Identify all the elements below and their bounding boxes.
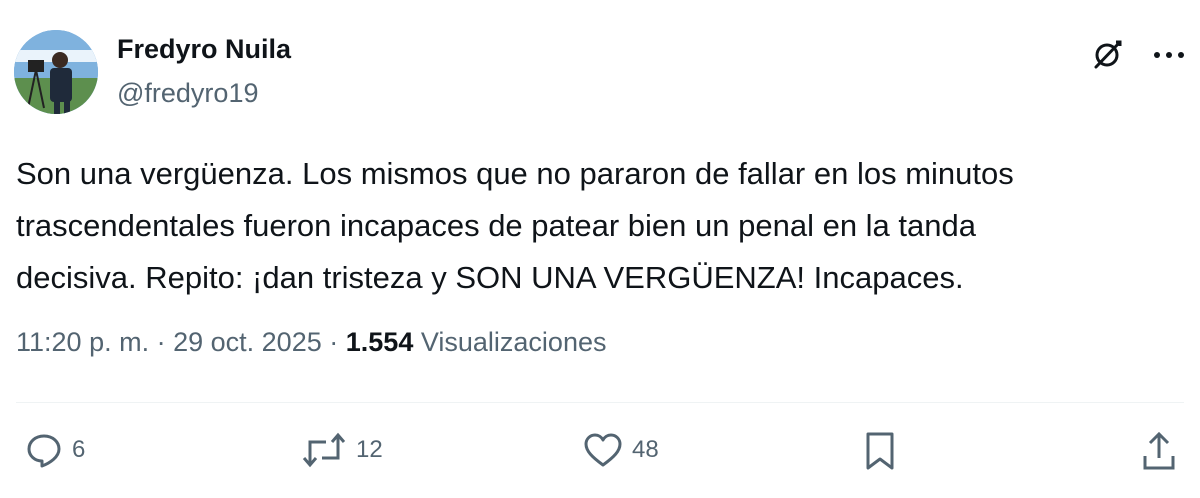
repost-icon	[302, 432, 346, 468]
views-count: 1.554	[345, 327, 414, 357]
author-handle[interactable]: @fredyro19	[117, 78, 258, 109]
avatar-image	[14, 30, 98, 114]
like-icon	[584, 433, 622, 467]
tweet-date[interactable]: 29 oct. 2025	[173, 327, 322, 357]
meta-separator: ·	[156, 327, 166, 357]
share-button[interactable]	[1140, 430, 1178, 472]
reply-icon	[27, 434, 61, 468]
bookmark-button[interactable]	[862, 430, 898, 472]
tweet-top-actions	[1090, 38, 1186, 72]
meta-separator: ·	[329, 327, 339, 357]
grok-icon[interactable]	[1090, 38, 1124, 72]
bookmark-icon	[866, 432, 894, 470]
repost-count: 12	[356, 436, 383, 463]
author-name[interactable]: Fredyro Nuila	[117, 34, 291, 65]
views-label: Visualizaciones	[420, 327, 607, 357]
avatar[interactable]	[14, 30, 98, 114]
tweet-time[interactable]: 11:20 p. m.	[16, 327, 149, 357]
like-button[interactable]: 48	[582, 430, 659, 470]
tweet-meta: 11:20 p. m. · 29 oct. 2025 · 1.554 Visua…	[16, 327, 606, 358]
reply-button[interactable]: 6	[24, 430, 85, 470]
share-icon	[1143, 431, 1175, 470]
more-icon[interactable]	[1152, 50, 1186, 60]
reply-count: 6	[72, 436, 86, 463]
like-count: 48	[632, 436, 659, 463]
tweet-text: Son una vergüenza. Los mismos que no par…	[16, 156, 1014, 295]
divider	[16, 402, 1184, 403]
repost-button[interactable]: 12	[300, 430, 383, 470]
